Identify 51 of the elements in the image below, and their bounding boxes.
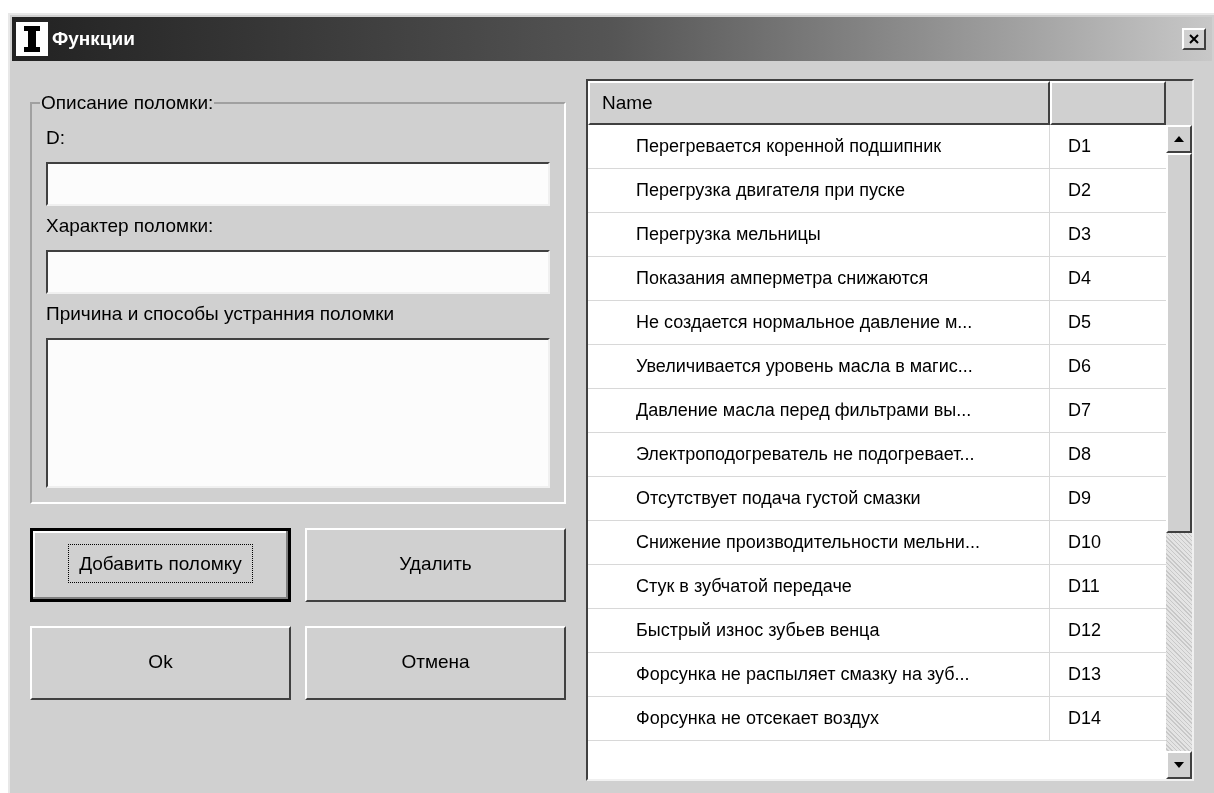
- header-filler: [1166, 81, 1192, 125]
- field-label: Характер поломки:: [46, 213, 215, 238]
- table-cell: Стук в зубчатой передаче: [588, 565, 1050, 608]
- table-cell-text: D11: [1067, 575, 1101, 598]
- table-cell: Перегрузка двигателя при пуске: [588, 169, 1050, 212]
- table-cell-text: D12: [1067, 619, 1103, 642]
- dialog-button[interactable]: Отмена: [305, 625, 566, 700]
- table-cell: Электроподогреватель не подогревает...: [588, 433, 1050, 476]
- scroll-thumb[interactable]: [1166, 153, 1192, 533]
- app-icon: [16, 22, 48, 56]
- table-cell: Увеличивается уровень масла в магис...: [588, 345, 1050, 388]
- table-cell-text: D9: [1067, 487, 1092, 510]
- input-field[interactable]: [46, 249, 550, 294]
- table-cell-text: D4: [1067, 267, 1092, 290]
- table-cell: Перегревается коренной подшипник: [588, 125, 1050, 168]
- close-icon: [1189, 34, 1199, 44]
- dialog-button[interactable]: Ok: [30, 625, 291, 700]
- input-field[interactable]: [46, 161, 550, 206]
- table-cell: Показания амперметра снижаются: [588, 257, 1050, 300]
- table-cell-text: D1: [1067, 135, 1092, 158]
- column-header[interactable]: Name: [588, 81, 1050, 125]
- field-label: D:: [46, 125, 66, 150]
- table-cell: Не создается нормальное давление м...: [588, 301, 1050, 344]
- table-cell: Давление масла перед фильтрами вы...: [588, 389, 1050, 432]
- table-cell-text: D8: [1067, 443, 1092, 466]
- scroll-up-button[interactable]: [1166, 125, 1192, 153]
- table-cell: Форсунка не отсекает воздух: [588, 697, 1050, 740]
- down-arrow-icon: [1174, 762, 1184, 768]
- table-cell: Форсунка не распыляет смазку на зуб...: [588, 653, 1050, 696]
- scroll-down-button[interactable]: [1166, 751, 1192, 779]
- table-cell-text: D6: [1067, 355, 1092, 378]
- table-cell: Снижение производительности мельни...: [588, 521, 1050, 564]
- window-title: Функции: [52, 26, 135, 51]
- up-arrow-icon: [1174, 136, 1184, 142]
- table-cell: Быстрый износ зубьев венца: [588, 609, 1050, 652]
- group-title: Описание поломки:: [40, 91, 215, 115]
- close-button[interactable]: [1182, 28, 1206, 50]
- table-cell-text: D13: [1067, 663, 1103, 686]
- dialog-button[interactable]: Добавить поломку: [30, 527, 291, 602]
- scrollbar[interactable]: [1166, 125, 1192, 779]
- table-cell: Перегрузка мельницы: [588, 213, 1050, 256]
- table-cell: Отсутствует подача густой смазки: [588, 477, 1050, 520]
- table-cell-text: D7: [1067, 399, 1092, 422]
- table-cell-text: D5: [1067, 311, 1092, 334]
- table-cell-text: D3: [1067, 223, 1092, 246]
- column-header[interactable]: [1050, 81, 1166, 125]
- dialog-button[interactable]: Удалить: [305, 527, 566, 602]
- table-cell-text: D14: [1067, 707, 1103, 730]
- table-cell-text: D2: [1067, 179, 1092, 202]
- table-cell-text: D10: [1067, 531, 1103, 554]
- field-label: Причина и способы устранния поломки: [46, 301, 396, 326]
